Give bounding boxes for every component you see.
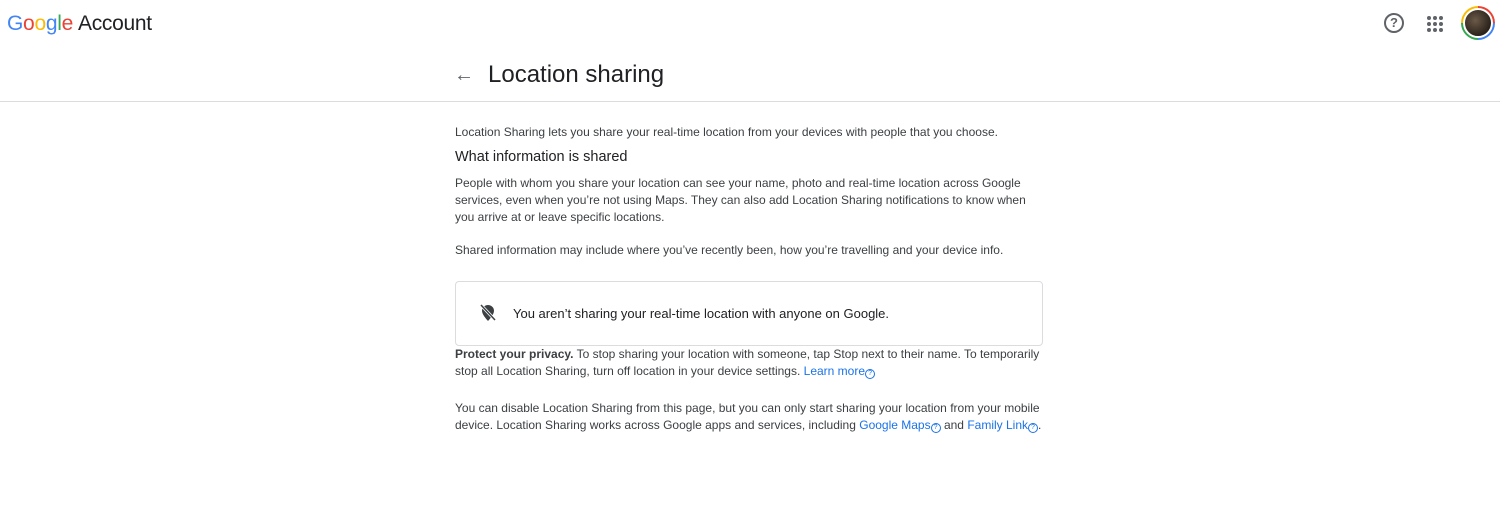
footer-text: . bbox=[1038, 418, 1042, 432]
help-circle-icon[interactable]: ? bbox=[930, 423, 941, 433]
top-bar: Google Account ? bbox=[0, 0, 1500, 48]
privacy-note: Protect your privacy. To stop sharing yo… bbox=[455, 346, 1043, 380]
back-arrow-icon[interactable]: ← bbox=[454, 64, 474, 87]
section-heading: What information is shared bbox=[455, 149, 628, 165]
google-maps-link[interactable]: Google Maps bbox=[859, 418, 930, 432]
help-circle-icon[interactable]: ? bbox=[1028, 423, 1038, 433]
family-link-link[interactable]: Family Link bbox=[967, 418, 1028, 432]
page-header: ← Location sharing bbox=[0, 48, 1500, 102]
logo-letter: o bbox=[23, 12, 35, 35]
footer-text: and bbox=[940, 418, 968, 432]
info-paragraph: People with whom you share your location… bbox=[455, 176, 1026, 224]
avatar[interactable] bbox=[1461, 6, 1495, 40]
location-off-icon bbox=[479, 303, 497, 325]
logo-letter: g bbox=[45, 12, 58, 35]
logo-account-text: Account bbox=[77, 12, 152, 35]
intro-text: Location Sharing lets you share your rea… bbox=[455, 125, 998, 139]
google-apps-icon[interactable] bbox=[1427, 16, 1443, 32]
logo-letter: e bbox=[61, 12, 74, 35]
main-content: Location Sharing lets you share your rea… bbox=[455, 124, 1043, 434]
shared-info-paragraph: Shared information may include where you… bbox=[455, 243, 1004, 257]
footer-paragraph: You can disable Location Sharing from th… bbox=[455, 400, 1043, 434]
page-title: Location sharing bbox=[488, 61, 665, 88]
privacy-bold: Protect your privacy. bbox=[455, 347, 574, 361]
google-account-logo[interactable]: Google Account bbox=[7, 12, 152, 36]
sharing-status-card: You aren’t sharing your real-time locati… bbox=[455, 281, 1043, 346]
learn-more-link[interactable]: Learn more bbox=[804, 364, 865, 378]
logo-letter: G bbox=[7, 12, 24, 35]
sharing-status-text: You aren’t sharing your real-time locati… bbox=[513, 306, 890, 321]
help-icon[interactable]: ? bbox=[1384, 13, 1404, 33]
help-circle-icon[interactable]: ? bbox=[865, 369, 876, 379]
logo-letter: o bbox=[34, 12, 46, 35]
